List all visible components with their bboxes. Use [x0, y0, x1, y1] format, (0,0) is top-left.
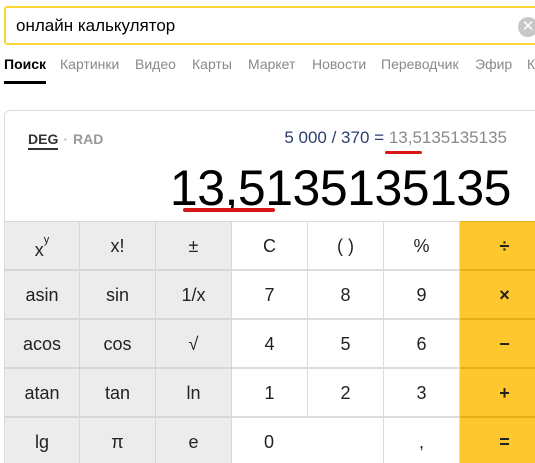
reciprocal-button[interactable]: 1/x	[156, 270, 232, 319]
minus-button[interactable]: −	[460, 319, 535, 368]
tan-button[interactable]: tan	[80, 368, 156, 417]
percent-button[interactable]: %	[384, 221, 460, 270]
e-button[interactable]: e	[156, 417, 232, 463]
tab-translator[interactable]: Переводчик	[381, 54, 459, 84]
digit-0-button[interactable]: 0	[232, 417, 384, 463]
digit-3-button[interactable]: 3	[384, 368, 460, 417]
multiply-button[interactable]: ×	[460, 270, 535, 319]
parens-button[interactable]: ( )	[308, 221, 384, 270]
acos-button[interactable]: acos	[4, 319, 80, 368]
sin-button[interactable]: sin	[80, 270, 156, 319]
search-bar: ✕	[4, 6, 535, 45]
digit-4-button[interactable]: 4	[232, 319, 308, 368]
keypad: xy x! ± C ( ) % ÷ asin sin 1/x 7 8 9 × a…	[4, 221, 535, 463]
cos-button[interactable]: cos	[80, 319, 156, 368]
close-icon[interactable]: ✕	[518, 17, 535, 37]
expression-result: 13,5135135135	[388, 128, 507, 147]
comma-button[interactable]: ,	[384, 417, 460, 463]
sqrt-button[interactable]: √	[156, 319, 232, 368]
divide-button[interactable]: ÷	[460, 221, 535, 270]
digit-5-button[interactable]: 5	[308, 319, 384, 368]
tab-news[interactable]: Новости	[312, 54, 366, 84]
expression-highlight-underline	[385, 151, 422, 154]
mode-deg-button[interactable]: DEG	[28, 131, 59, 150]
pi-button[interactable]: π	[80, 417, 156, 463]
ln-button[interactable]: ln	[156, 368, 232, 417]
digit-9-button[interactable]: 9	[384, 270, 460, 319]
power-button[interactable]: xy	[4, 221, 80, 270]
lg-button[interactable]: lg	[4, 417, 80, 463]
tab-more[interactable]: К	[527, 54, 535, 84]
digit-7-button[interactable]: 7	[232, 270, 308, 319]
plus-button[interactable]: +	[460, 368, 535, 417]
tab-search[interactable]: Поиск	[4, 54, 47, 84]
tab-market[interactable]: Маркет	[248, 54, 295, 84]
digit-2-button[interactable]: 2	[308, 368, 384, 417]
result-highlight-underline	[183, 208, 275, 212]
clear-button[interactable]: C	[232, 221, 308, 270]
expression-line: 5 000 / 370 = 13,5135135135	[284, 128, 507, 148]
digit-8-button[interactable]: 8	[308, 270, 384, 319]
expression-text: 5 000 / 370 =	[284, 128, 385, 147]
factorial-button[interactable]: x!	[80, 221, 156, 270]
power-base: x	[34, 240, 44, 260]
equals-button[interactable]: =	[460, 417, 535, 463]
asin-button[interactable]: asin	[4, 270, 80, 319]
angle-mode-switch: DEG · RAD	[28, 131, 103, 150]
power-exponent: y	[43, 234, 50, 246]
tab-video[interactable]: Видео	[135, 54, 176, 84]
plusminus-button[interactable]: ±	[156, 221, 232, 270]
mode-separator: ·	[63, 131, 69, 147]
digit-1-button[interactable]: 1	[232, 368, 308, 417]
tab-maps[interactable]: Карты	[192, 54, 232, 84]
atan-button[interactable]: atan	[4, 368, 80, 417]
digit-6-button[interactable]: 6	[384, 319, 460, 368]
tab-efir[interactable]: Эфир	[475, 54, 512, 84]
mode-rad-button[interactable]: RAD	[73, 131, 103, 147]
tab-images[interactable]: Картинки	[60, 54, 119, 84]
search-input[interactable]	[16, 15, 506, 37]
search-tabs: Поиск Картинки Видео Карты Маркет Новост…	[0, 54, 535, 84]
